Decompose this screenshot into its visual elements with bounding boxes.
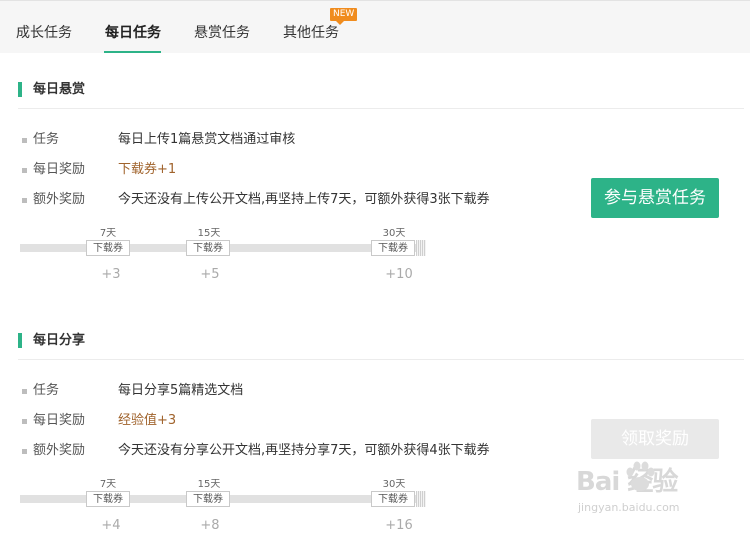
extra-reward-value: 今天还没有分享公开文档,再坚持分享7天，可额外获得4张下载券	[118, 443, 490, 458]
milestone-coupon-chip: 下载券	[186, 491, 230, 507]
milestone-bonus: +4	[101, 518, 121, 533]
paw-icon	[626, 461, 655, 491]
bullet-icon	[22, 168, 27, 173]
milestone-day-label: 7天	[99, 479, 117, 490]
milestone-coupon-chip: 下载券	[86, 240, 130, 256]
new-badge: NEW	[330, 8, 358, 25]
milestone-day-label: 30天	[382, 228, 406, 239]
daily-reward-label: 每日奖励	[33, 162, 86, 177]
task-value: 每日分享5篇精选文档	[118, 383, 244, 398]
tab-bounty-tasks[interactable]: 悬赏任务	[194, 22, 250, 42]
progress-track-end	[416, 240, 426, 256]
bullet-icon	[22, 138, 27, 143]
section-title: 每日分享	[33, 333, 86, 348]
tab-daily-tasks[interactable]: 每日任务	[105, 22, 161, 42]
bullet-icon	[22, 449, 27, 454]
daily-reward-label: 每日奖励	[33, 413, 86, 428]
active-tab-indicator	[104, 51, 161, 53]
progress-track-end	[416, 491, 426, 507]
tab-growth-tasks[interactable]: 成长任务	[16, 22, 72, 42]
extra-reward-label: 额外奖励	[33, 443, 86, 458]
bullet-icon	[22, 389, 27, 394]
section-header-daily-share: 每日分享	[18, 333, 744, 360]
join-bounty-task-button[interactable]: 参与悬赏任务	[591, 178, 719, 218]
daily-reward-value: 经验值+3	[118, 413, 177, 428]
milestone-day-label: 15天	[197, 479, 221, 490]
section-title: 每日悬赏	[33, 82, 86, 97]
milestone-bonus: +3	[101, 267, 121, 282]
tab-other-tasks[interactable]: 其他任务	[283, 22, 339, 42]
extra-reward-label: 额外奖励	[33, 192, 86, 207]
extra-reward-value: 今天还没有上传公开文档,再坚持上传7天，可额外获得3张下载券	[118, 192, 490, 207]
milestone-day-label: 15天	[197, 228, 221, 239]
bullet-icon	[22, 419, 27, 424]
task-value: 每日上传1篇悬赏文档通过审核	[118, 132, 296, 147]
milestone-coupon-chip: 下载券	[86, 491, 130, 507]
milestone-bonus: +16	[385, 518, 413, 533]
section-header-daily-bounty: 每日悬赏	[18, 82, 744, 109]
task-tab-bar: 成长任务 每日任务 悬赏任务 其他任务 NEW	[0, 0, 750, 53]
milestone-coupon-chip: 下载券	[186, 240, 230, 256]
bullet-icon	[22, 198, 27, 203]
task-label: 任务	[33, 132, 60, 147]
milestone-day-label: 7天	[99, 228, 117, 239]
baidu-jingyan-watermark: Bai 经验 jingyan.baidu.com	[570, 455, 740, 525]
milestone-bonus: +10	[385, 267, 413, 282]
section-accent-bar	[18, 333, 22, 348]
claim-reward-button[interactable]: 领取奖励	[591, 419, 719, 459]
daily-reward-value: 下载券+1	[118, 162, 177, 177]
milestone-bonus: +8	[200, 518, 220, 533]
watermark-url: jingyan.baidu.com	[578, 501, 680, 514]
milestone-coupon-chip: 下载券	[371, 240, 415, 256]
task-label: 任务	[33, 383, 60, 398]
milestone-coupon-chip: 下载券	[371, 491, 415, 507]
section-accent-bar	[18, 82, 22, 97]
milestone-day-label: 30天	[382, 479, 406, 490]
milestone-bonus: +5	[200, 267, 220, 282]
